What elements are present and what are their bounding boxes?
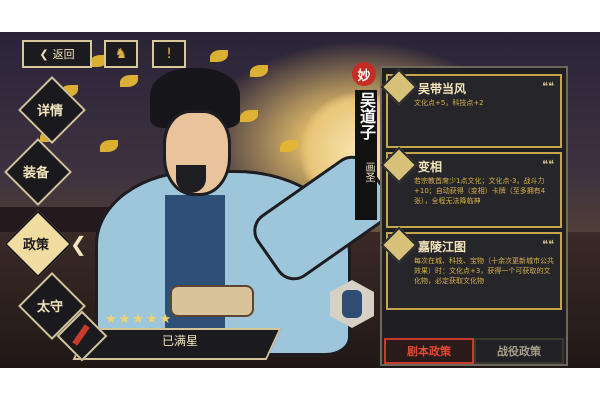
chevron-left-icon: ❮ — [39, 47, 49, 61]
game-screen: ❮ 返回 ♞ ! 详情 装备 政策 ❮ 太守 ★★★★★ 已满星 妙 吴道子 画… — [0, 0, 600, 400]
star-rating: ★★★★★ — [105, 312, 174, 327]
policy-name: 变相 — [418, 160, 443, 174]
quote-icon: ❝❝ — [542, 158, 554, 171]
tab-script-policy[interactable]: 剧本政策 — [384, 338, 474, 364]
nav-label: 装备 — [22, 166, 49, 181]
character-beard — [176, 165, 206, 193]
policy-desc: 文化点+5，科技点+2 — [414, 99, 484, 107]
quote-icon: ❝❝ — [542, 80, 554, 93]
chevron-left-icon: ❮ — [70, 232, 87, 256]
policy-name: 吴带当风 — [418, 82, 467, 96]
policy-card[interactable]: 吴带当风 ❝❝ 文化点+5，科技点+2 — [380, 68, 562, 148]
policy-desc: 若宗教首席少1点文化；文化点-3，战斗力+10；自动获得（变相）卡牌（至多拥有4… — [414, 177, 546, 205]
scroll — [170, 285, 254, 317]
policy-icon — [380, 146, 418, 184]
rarity-badge: 妙 — [352, 62, 376, 86]
character-icon[interactable]: ♞ — [104, 40, 138, 68]
policy-desc: 每次在城、科技、宝物（十余次更新城市公共效果）时：文化点+3，获得一个可获取的文… — [414, 257, 554, 285]
back-label: 返回 — [52, 48, 75, 61]
info-icon[interactable]: ! — [152, 40, 186, 68]
letterbox-top — [0, 0, 600, 32]
policy-card[interactable]: 变相 ❝❝ 若宗教首席少1点文化；文化点-3，战斗力+10；自动获得（变相）卡牌… — [380, 146, 562, 228]
character-inner-robe — [165, 195, 225, 345]
nav-label: 太守 — [36, 300, 63, 315]
character-name: 吴道子 — [357, 92, 376, 140]
character-title: 画圣 — [363, 162, 374, 182]
policy-icon — [380, 226, 418, 264]
nav-label: 政策 — [22, 238, 49, 253]
quote-icon: ❝❝ — [542, 238, 554, 251]
nav-label: 详情 — [36, 104, 63, 119]
portrait-figure — [342, 290, 362, 318]
tab-campaign-policy[interactable]: 战役政策 — [474, 338, 564, 364]
back-button[interactable]: ❮ 返回 — [22, 40, 92, 68]
star-status: 已满星 — [161, 334, 198, 348]
policy-card[interactable]: 嘉陵江图 ❝❝ 每次在城、科技、宝物（十余次更新城市公共效果）时：文化点+3，获… — [380, 226, 562, 310]
letterbox-bottom — [0, 368, 600, 400]
policy-name: 嘉陵江图 — [418, 240, 467, 254]
policy-icon — [380, 68, 418, 106]
